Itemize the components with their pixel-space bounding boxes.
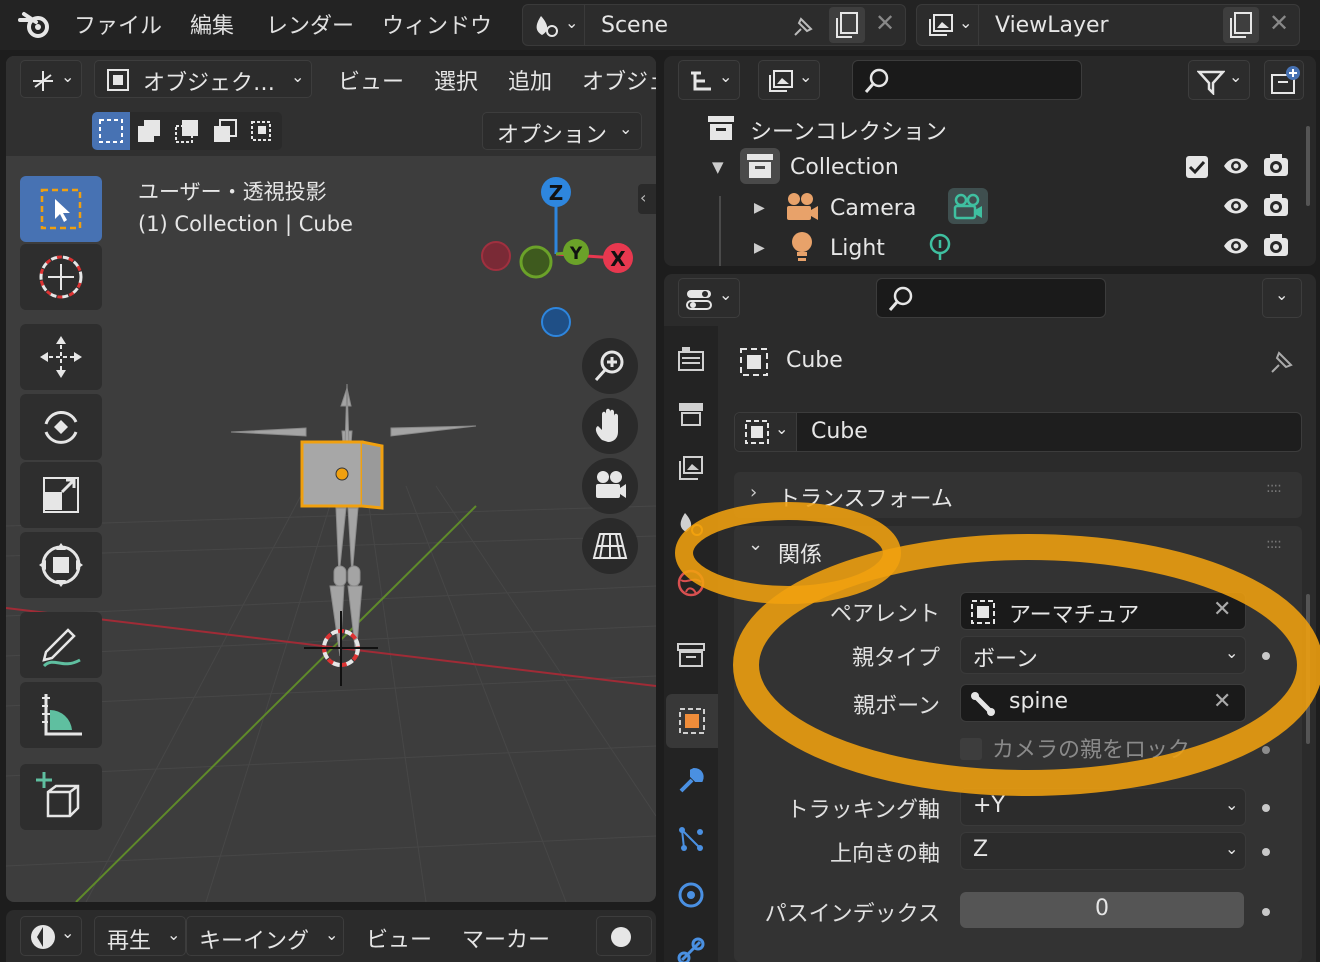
highlight-ellipse-parent-fields <box>733 534 1320 796</box>
highlight-overlay <box>675 502 1320 796</box>
